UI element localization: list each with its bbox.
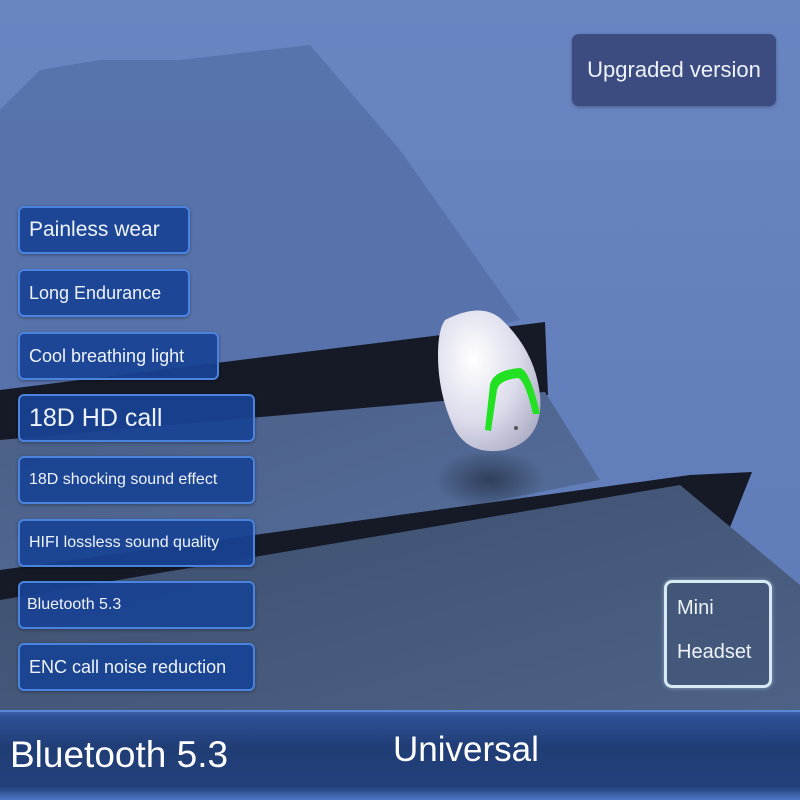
feature-chip-painless-wear: Painless wear [18,206,190,254]
feature-label: Bluetooth 5.3 [27,596,122,613]
feature-label: Cool breathing light [29,345,185,366]
feature-label: 18D HD call [29,403,163,432]
earbud-shadow [435,450,545,510]
bottom-banner: Bluetooth 5.3 Universal [0,710,800,800]
feature-label: HIFI lossless sound quality [29,534,220,551]
feature-label: Painless wear [29,218,160,241]
feature-chip-bluetooth: Bluetooth 5.3 [18,581,255,629]
mini-headset-line1: Mini [677,597,714,619]
feature-chip-hifi-lossless: HIFI lossless sound quality [18,519,255,567]
mini-headset-tag: Mini Headset [664,580,772,688]
feature-chip-18d-hd-call: 18D HD call [18,394,255,442]
feature-chip-long-endurance: Long Endurance [18,269,190,317]
upgraded-version-badge: Upgraded version [572,34,776,106]
upgraded-version-label: Upgraded version [587,57,761,82]
feature-chip-18d-shocking-sound: 18D shocking sound effect [18,456,255,504]
mini-headset-line2: Headset [677,641,752,663]
feature-chip-enc-noise-reduction: ENC call noise reduction [18,643,255,691]
feature-label: 18D shocking sound effect [29,471,218,488]
feature-chip-cool-breathing-light: Cool breathing light [18,332,219,380]
bottom-universal-label: Universal [393,730,539,769]
feature-label: ENC call noise reduction [29,656,227,677]
bottom-bluetooth-label: Bluetooth 5.3 [10,734,229,775]
feature-label: Long Endurance [29,282,162,303]
